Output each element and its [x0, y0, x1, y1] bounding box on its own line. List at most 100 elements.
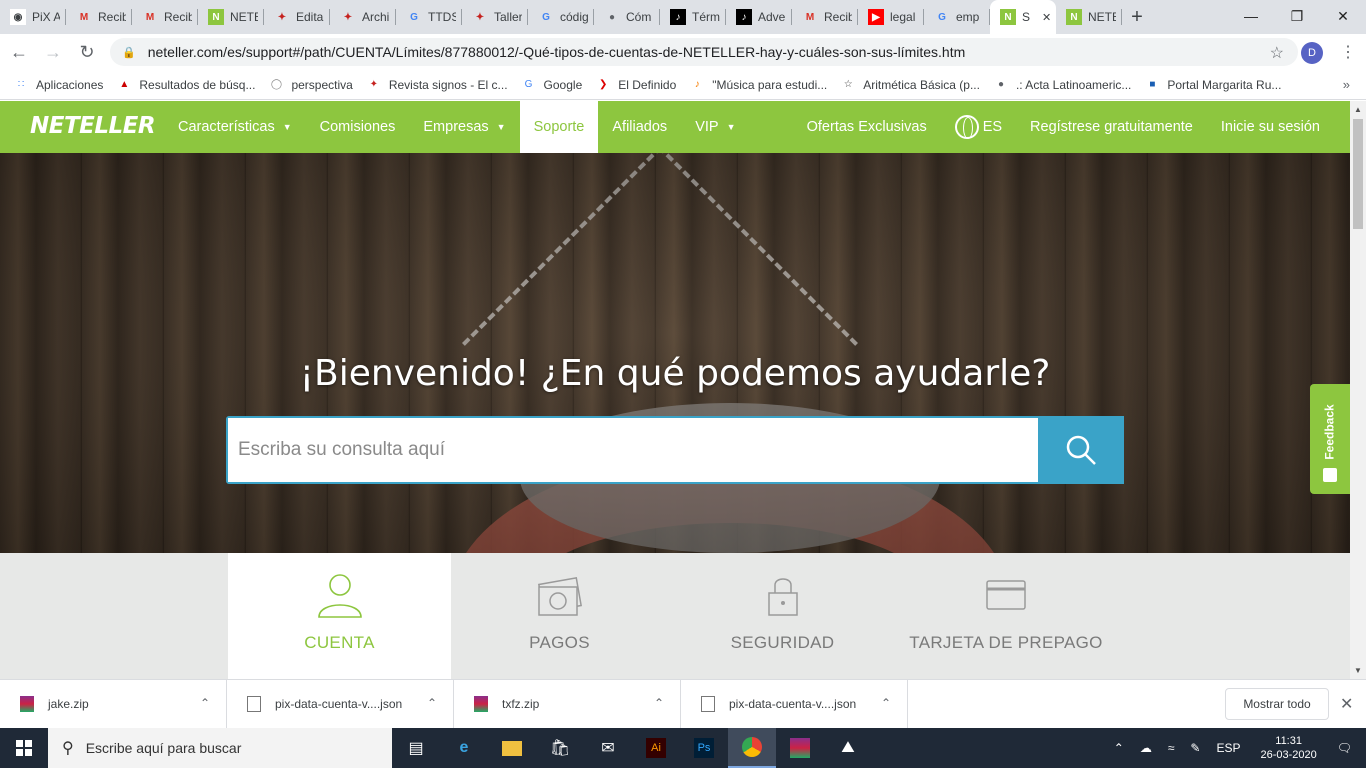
chevron-up-icon[interactable]: ⌃ — [427, 696, 437, 710]
register-link[interactable]: Regístrese gratuitamente — [1016, 101, 1207, 153]
edge-icon[interactable]: e — [440, 728, 488, 768]
apps-grid-icon: ∷ — [17, 79, 25, 90]
pen-icon[interactable]: ✎ — [1190, 741, 1200, 755]
file-explorer-icon[interactable] — [488, 728, 536, 768]
browser-tab[interactable]: ✦ Edita — [264, 0, 330, 34]
browser-tab[interactable]: G TTDS — [396, 0, 462, 34]
bookmark-star-icon[interactable]: ☆ — [1270, 43, 1284, 63]
browser-tab[interactable]: ◉ PiX A — [0, 0, 66, 34]
task-view-icon[interactable]: ▤ — [392, 728, 440, 768]
browser-tab[interactable]: ● Cóm — [594, 0, 660, 34]
menu-dots-icon[interactable]: ⋮ — [1340, 42, 1356, 62]
bookmark-item[interactable]: ❯ El Definido — [596, 78, 676, 92]
bookmark-item[interactable]: ♪ "Música para estudi... — [690, 78, 827, 92]
bookmark-label: Revista signos - El c... — [388, 77, 508, 92]
nav-item[interactable]: Empresas ▼ — [409, 101, 519, 153]
nav-item[interactable]: Afiliados — [598, 101, 681, 153]
mail-icon[interactable]: ✉ — [584, 728, 632, 768]
offers-link[interactable]: Ofertas Exclusivas — [793, 101, 941, 153]
address-bar[interactable]: 🔒 neteller.com/es/support#/path/CUENTA/L… — [110, 38, 1298, 66]
search-input[interactable] — [228, 418, 1038, 482]
new-tab-button[interactable]: + — [1122, 0, 1152, 34]
close-downloads-icon[interactable]: ✕ — [1340, 694, 1353, 714]
browser-tab[interactable]: Gcódig — [528, 0, 594, 34]
onedrive-icon[interactable]: ☁ — [1140, 741, 1152, 755]
download-item[interactable]: jake.zip ⌃ — [0, 679, 227, 729]
browser-tab[interactable]: ✦ Taller — [462, 0, 528, 34]
photos-icon[interactable]: ⛰ — [824, 728, 872, 768]
browser-tab[interactable]: N NETE — [198, 0, 264, 34]
bookmark-item[interactable]: ▲ Resultados de búsq... — [117, 78, 255, 92]
tab-title: Edita — [296, 10, 324, 24]
photoshop-icon[interactable]: Ps — [680, 728, 728, 768]
login-link[interactable]: Inicie su sesión — [1207, 101, 1350, 153]
back-icon[interactable]: ← — [4, 37, 34, 67]
feedback-tab[interactable]: Feedback — [1310, 384, 1350, 494]
scroll-up-icon[interactable]: ▲ — [1354, 105, 1362, 114]
store-icon[interactable]: 🛍 — [536, 728, 584, 768]
category-pagos[interactable]: PAGOS — [448, 553, 671, 679]
download-item[interactable]: pix-data-cuenta-v....json ⌃ — [227, 679, 454, 729]
reload-icon[interactable]: ↻ — [72, 37, 102, 67]
bookmark-item[interactable]: ◯ perspectiva — [269, 78, 353, 92]
language-indicator[interactable]: ESP — [1216, 741, 1240, 755]
google-icon: G — [524, 79, 533, 90]
bookmark-item[interactable]: ✦ Revista signos - El c... — [367, 78, 508, 92]
bookmark-item[interactable]: ● .: Acta Latinoameric... — [994, 78, 1131, 92]
chevron-up-icon[interactable]: ⌃ — [881, 696, 891, 710]
minimize-icon[interactable]: — — [1228, 0, 1274, 32]
scroll-thumb[interactable] — [1353, 119, 1363, 229]
wifi-icon[interactable]: ≈ — [1168, 741, 1175, 755]
bookmark-item[interactable]: ■ Portal Margarita Ru... — [1145, 78, 1281, 92]
bookmark-item[interactable]: ∷ Aplicaciones — [14, 78, 104, 92]
nav-item[interactable]: VIP ▼ — [681, 101, 749, 153]
forward-icon[interactable]: → — [38, 37, 68, 67]
close-tab-icon[interactable]: ✕ — [1042, 11, 1051, 24]
neteller-logo[interactable]: NETELLER — [30, 113, 164, 141]
chevron-up-icon[interactable]: ⌃ — [1114, 741, 1124, 755]
browser-tab[interactable]: N S ✕ — [990, 0, 1056, 34]
taskbar-search[interactable]: ⚲ Escribe aquí para buscar — [48, 728, 392, 768]
category-tarjeta[interactable]: TARJETA DE PREPAGO — [894, 553, 1118, 679]
page-scrollbar[interactable]: ▲ ▼ — [1350, 101, 1366, 679]
browser-tab[interactable]: M Recib — [66, 0, 132, 34]
language-selector[interactable]: ES — [941, 101, 1016, 153]
windows-start-button[interactable] — [0, 728, 48, 768]
clock[interactable]: 11:31 26-03-2020 — [1260, 734, 1316, 762]
category-seguridad[interactable]: SEGURIDAD — [671, 553, 894, 679]
support-search — [226, 416, 1124, 484]
browser-tab[interactable]: M Recib — [132, 0, 198, 34]
show-all-button[interactable]: Mostrar todo — [1225, 688, 1329, 720]
illustrator-icon[interactable]: Ai — [632, 728, 680, 768]
nav-item[interactable]: Comisiones — [306, 101, 410, 153]
browser-tab[interactable]: M Recib — [792, 0, 858, 34]
download-item[interactable]: txfz.zip ⌃ — [454, 679, 681, 729]
bookmark-label: Portal Margarita Ru... — [1167, 77, 1282, 92]
browser-tab[interactable]: N NETE — [1056, 0, 1122, 34]
chevron-up-icon[interactable]: ⌃ — [654, 696, 664, 710]
bookmark-label: Resultados de búsq... — [139, 77, 256, 92]
browser-tab[interactable]: ♪ Adve — [726, 0, 792, 34]
nav-item[interactable]: Soporte — [519, 101, 599, 153]
category-cuenta[interactable]: CUENTA — [228, 553, 451, 679]
winrar-icon[interactable] — [776, 728, 824, 768]
search-button[interactable] — [1038, 416, 1124, 484]
profile-avatar[interactable]: D — [1301, 42, 1323, 64]
chrome-icon[interactable] — [728, 728, 776, 768]
nav-item[interactable]: Características ▼ — [164, 101, 306, 153]
browser-tab[interactable]: ♪ Térm — [660, 0, 726, 34]
download-item[interactable]: pix-data-cuenta-v....json ⌃ — [681, 679, 908, 729]
bookmark-item[interactable]: ☆ Aritmética Básica (p... — [841, 78, 980, 92]
close-window-icon[interactable]: ✕ — [1320, 0, 1366, 32]
lock-icon[interactable]: 🔒 — [122, 46, 136, 59]
scroll-down-icon[interactable]: ▼ — [1354, 666, 1362, 675]
bookmark-item[interactable]: G Google — [522, 78, 583, 92]
browser-tab[interactable]: Gemp — [924, 0, 990, 34]
browser-tab[interactable]: ✦ Archi — [330, 0, 396, 34]
notifications-icon[interactable]: 🗨 — [1337, 741, 1352, 755]
bird-icon: ✦ — [277, 11, 287, 23]
browser-tab[interactable]: ▶ legal — [858, 0, 924, 34]
chevron-up-icon[interactable]: ⌃ — [200, 696, 210, 710]
maximize-icon[interactable]: ❐ — [1274, 0, 1320, 32]
more-bookmarks-icon[interactable]: » — [1343, 77, 1350, 92]
